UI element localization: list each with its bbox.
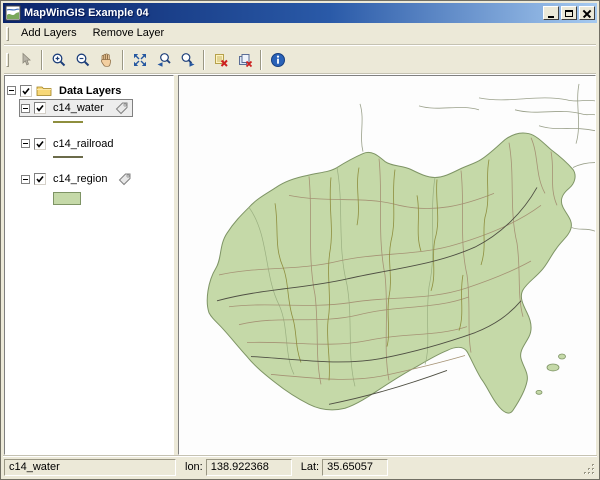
status-active-layer: c14_water: [4, 458, 176, 476]
collapse-icon[interactable]: [21, 174, 30, 184]
tree-item-label[interactable]: c14_water: [50, 102, 107, 114]
map-canvas[interactable]: [179, 76, 595, 454]
legend-railroad-line: [53, 156, 83, 158]
zoom-in-icon: [52, 53, 65, 66]
toolbar-separator: [41, 49, 43, 70]
pan-icon: [100, 52, 111, 67]
window-title: MapWinGIS Example 04: [24, 7, 149, 19]
collapse-icon[interactable]: [21, 103, 30, 113]
tree-node-c14-region[interactable]: c14_region: [19, 170, 136, 188]
zoom-next-button[interactable]: [176, 49, 199, 71]
pointer-button[interactable]: [14, 49, 37, 71]
app-window: MapWinGIS Example 04 Add Layers Remove L…: [0, 0, 600, 480]
titlebar[interactable]: MapWinGIS Example 04: [3, 3, 597, 23]
check-icon: [36, 105, 44, 112]
tree-item-label[interactable]: c14_region: [50, 173, 110, 185]
tree-node-data-layers[interactable]: Data Layers: [7, 82, 171, 99]
collapse-icon[interactable]: [21, 139, 30, 148]
check-icon: [22, 87, 30, 95]
c14-water-checkbox[interactable]: [34, 102, 46, 114]
info-icon: [270, 52, 285, 67]
maximize-button[interactable]: [561, 6, 577, 20]
map-panel: [178, 75, 596, 455]
clear-layers-button[interactable]: [233, 49, 256, 71]
tag-icon[interactable]: [118, 172, 132, 186]
lon-value: 138.922368: [205, 458, 292, 476]
toolbar-separator: [203, 49, 205, 70]
zoom-next-icon: [181, 52, 194, 67]
status-bar: c14_water lon: 138.922368 Lat: 35.65057: [3, 455, 597, 477]
check-icon: [36, 176, 44, 183]
data-layers-checkbox[interactable]: [20, 84, 32, 97]
region-layer: [206, 132, 576, 414]
maximize-icon: [565, 9, 573, 17]
lat-label: Lat:: [300, 461, 320, 473]
zoom-out-button[interactable]: [71, 49, 94, 71]
toolbar-separator: [122, 49, 124, 70]
menu-remove-layer[interactable]: Remove Layer: [85, 25, 173, 42]
legend-region-fill: [53, 192, 81, 205]
zoom-full-extent-icon: [133, 53, 146, 66]
zoom-out-icon: [76, 53, 89, 66]
tag-icon[interactable]: [115, 101, 129, 115]
remove-layer-icon: [214, 53, 228, 67]
lat-value: 35.65057: [322, 458, 389, 476]
tree-root-label[interactable]: Data Layers: [56, 85, 124, 97]
zoom-in-button[interactable]: [47, 49, 70, 71]
collapse-icon[interactable]: [7, 86, 16, 95]
minimize-icon: [548, 15, 554, 18]
menu-bar: Add Layers Remove Layer: [3, 23, 597, 44]
remove-layer-button[interactable]: [209, 49, 232, 71]
toolbar-separator: [260, 49, 262, 70]
tree-item-c14-water: c14_water: [19, 99, 171, 123]
folder-icon: [36, 84, 52, 97]
tree-node-c14-railroad[interactable]: c14_railroad: [19, 136, 121, 152]
zoom-previous-button[interactable]: [152, 49, 175, 71]
close-button[interactable]: [579, 6, 595, 20]
tree-item-c14-region: c14_region: [19, 170, 171, 205]
lon-label: lon:: [185, 461, 203, 473]
legend-water-line: [53, 121, 83, 123]
pointer-icon: [22, 52, 31, 65]
close-icon: [582, 8, 592, 18]
app-icon: [5, 5, 21, 21]
map-app-icon: [5, 5, 21, 21]
clear-layers-icon: [238, 53, 252, 67]
tree-item-label[interactable]: c14_railroad: [50, 138, 117, 150]
pan-button[interactable]: [95, 49, 118, 71]
menu-add-layers[interactable]: Add Layers: [13, 25, 85, 42]
tree-node-c14-water[interactable]: c14_water: [19, 99, 133, 117]
c14-railroad-checkbox[interactable]: [34, 137, 46, 150]
tree-item-c14-railroad: c14_railroad: [19, 135, 171, 158]
layers-tree-panel: Data Layers c14_water c14_railroad c14_r…: [4, 75, 174, 455]
content-area: Data Layers c14_water c14_railroad c14_r…: [3, 75, 597, 455]
menubar-grip[interactable]: [6, 26, 9, 41]
zoom-full-extent-button[interactable]: [128, 49, 151, 71]
resize-grip[interactable]: [583, 463, 596, 476]
zoom-previous-icon: [157, 52, 171, 67]
c14-region-checkbox[interactable]: [34, 173, 46, 185]
minimize-button[interactable]: [543, 6, 559, 20]
toolbar-grip[interactable]: [6, 52, 9, 67]
check-icon: [36, 140, 44, 148]
info-button[interactable]: [266, 49, 289, 71]
toolbar: [3, 46, 597, 73]
